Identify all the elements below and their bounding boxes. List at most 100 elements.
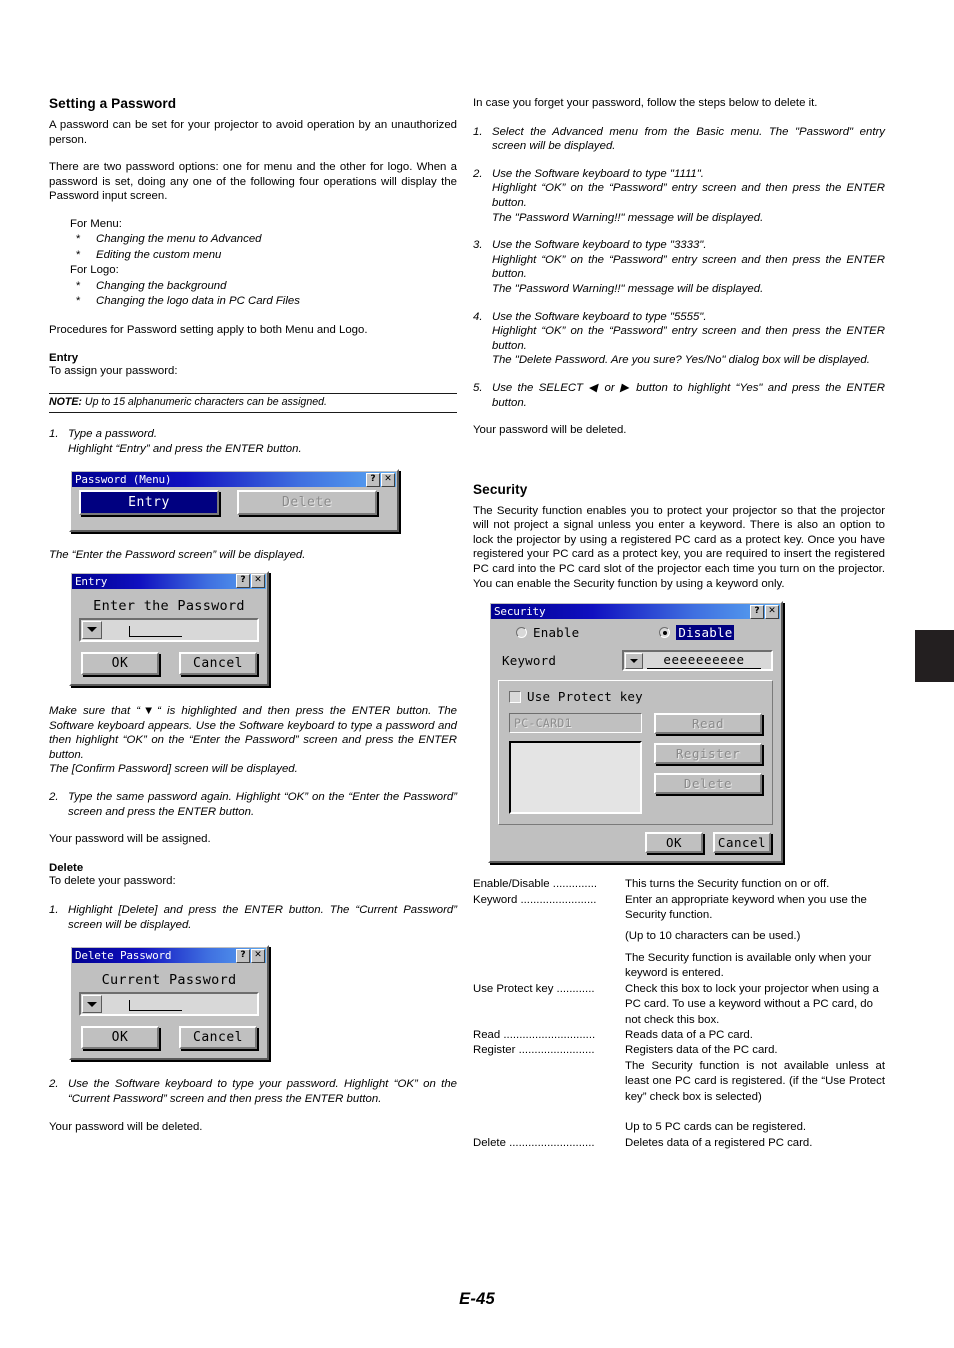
forgot-password-intro: In case you forget your password, follow… — [473, 97, 818, 109]
password-input[interactable] — [79, 617, 259, 642]
delete-password-dialog-buttons: OK Cancel — [75, 1026, 263, 1052]
cancel-button[interactable]: Cancel — [713, 832, 771, 854]
bullet-star: * — [76, 233, 81, 246]
entry-subtext: To assign your password: — [49, 364, 178, 377]
current-password-input[interactable] — [79, 992, 259, 1017]
password-menu-dialog[interactable]: Password (Menu) ? ✕ Entry Delete — [69, 469, 399, 533]
security-intro: The Security function enables you to pro… — [473, 504, 885, 590]
for-logo-label: For Logo: — [70, 264, 119, 277]
forgot-step-4-line-1: Use the Software keyboard to type "5555"… — [492, 310, 707, 323]
ok-button[interactable]: OK — [81, 651, 159, 675]
entry-button[interactable]: Entry — [79, 490, 219, 516]
cancel-button[interactable]: Cancel — [179, 1026, 257, 1050]
entry-step-2: 2. Type the same password again. Highlig… — [49, 790, 457, 819]
titlebar-buttons: ? ✕ — [236, 574, 265, 589]
entry-titlebar: Entry ? ✕ — [72, 573, 266, 589]
help-icon[interactable]: ? — [750, 604, 764, 619]
close-icon[interactable]: ✕ — [765, 604, 779, 619]
disable-radio-option[interactable]: Disable — [659, 625, 735, 641]
delete-step-2-text: Use the Software keyboard to type your p… — [68, 1078, 457, 1106]
help-icon[interactable]: ? — [236, 948, 250, 963]
forgot-step-3-line-2: Highlight “OK” on the “Password” entry s… — [492, 253, 885, 281]
delete-card-button[interactable]: Delete — [654, 773, 762, 795]
definition-term: Register ........................ — [473, 1044, 595, 1057]
checkbox-icon-use-protect-key[interactable] — [509, 690, 521, 703]
read-button[interactable]: Read — [654, 713, 762, 735]
ok-button[interactable]: OK — [645, 832, 703, 854]
step-number: 5. — [473, 381, 483, 394]
entry-dialog-body: Enter the Password OK Cancel — [71, 598, 267, 684]
entry-step-1-line-2: Highlight “Entry” and press the ENTER bu… — [68, 442, 302, 455]
definition-row-continued: (Up to 10 characters can be used.) — [473, 923, 885, 944]
delete-password-titlebar: Delete Password ? ✕ — [72, 948, 266, 964]
bullet-star: * — [76, 279, 81, 292]
entry-step-1-line-1: Type a password. — [68, 428, 158, 441]
page-title: Setting a Password — [49, 96, 177, 111]
titlebar-buttons: ? ✕ — [236, 948, 265, 963]
step-number: 2. — [49, 790, 59, 803]
close-icon[interactable]: ✕ — [251, 948, 265, 963]
help-icon[interactable]: ? — [366, 472, 380, 487]
entry-step-1: 1. Type a password. Highlight “Entry” an… — [49, 427, 457, 456]
bullet-star: * — [76, 295, 81, 308]
definition-row-continued: Up to 5 PC cards can be registered. — [473, 1120, 885, 1135]
delete-button[interactable]: Delete — [237, 490, 377, 516]
definition-description: Deletes data of a registered PC card. — [625, 1136, 813, 1149]
delete-password-dialog[interactable]: Delete Password ? ✕ Current Password OK … — [69, 945, 269, 1061]
pc-card-left-column: PC-CARD1 — [509, 713, 642, 815]
definition-term: Enable/Disable .............. — [473, 878, 598, 891]
forgot-step-2-line-2: Highlight “OK” on the “Password” entry s… — [492, 182, 885, 209]
note-box: NOTE: Up to 15 alphanumeric characters c… — [49, 393, 457, 414]
delete-step-2: 2. Use the Software keyboard to type you… — [49, 1077, 457, 1106]
enable-radio-option[interactable]: Enable — [516, 625, 579, 640]
help-icon[interactable]: ? — [236, 574, 250, 589]
entry-heading: Entry — [49, 351, 79, 364]
chevron-down-icon[interactable] — [82, 995, 102, 1014]
text-caret — [129, 625, 182, 637]
intro-paragraph-2: There are two password options: one for … — [49, 161, 457, 203]
confirm-password-line: The [Confirm Password] screen will be di… — [49, 763, 298, 776]
radio-icon-enable[interactable] — [516, 627, 527, 639]
definition-description: Registers data of the PC card. — [625, 1044, 778, 1057]
intro-paragraph-1: A password can be set for your projector… — [49, 119, 457, 146]
step-number: 3. — [473, 239, 483, 252]
note-text: Up to 15 alphanumeric characters can be … — [81, 396, 327, 409]
entry-dialog[interactable]: Entry ? ✕ Enter the Password OK Cancel — [69, 570, 269, 686]
forgot-step-1: 1. Select the Advanced menu from the Bas… — [473, 125, 885, 154]
manual-page: Setting a Password A password can be set… — [0, 0, 954, 1348]
for-menu-item-2: * Editing the custom menu — [70, 248, 457, 264]
entry-step-2-text: Type the same password again. Highlight … — [68, 790, 457, 818]
radio-icon-disable[interactable] — [659, 627, 671, 639]
security-heading: Security — [473, 481, 528, 497]
security-dialog[interactable]: Security ? ✕ Enable Disable Keyword eeee… — [488, 601, 783, 864]
password-operations-list: For Menu: * Changing the menu to Advance… — [49, 217, 457, 310]
register-button[interactable]: Register — [654, 743, 762, 765]
definition-description: (Up to 10 characters can be used.) — [625, 930, 801, 943]
password-menu-buttons: Entry Delete — [71, 487, 397, 516]
forgot-step-3: 3. Use the Software keyboard to type "33… — [473, 238, 885, 296]
chevron-down-icon[interactable] — [82, 620, 102, 639]
password-deleted-note-left: Your password will be deleted. — [49, 1120, 203, 1133]
definition-row: Keyword ........................ Enter a… — [473, 893, 885, 924]
current-password-label: Current Password — [101, 972, 237, 989]
forgot-step-4-line-3: The "Delete Password. Are you sure? Yes/… — [492, 354, 870, 367]
delete-password-title-text: Delete Password — [75, 949, 172, 963]
ok-button[interactable]: OK — [81, 1026, 159, 1050]
use-protect-key-row[interactable]: Use Protect key — [509, 689, 762, 704]
step-number: 1. — [49, 428, 59, 441]
left-column: Setting a Password A password can be set… — [49, 96, 457, 1147]
close-icon[interactable]: ✕ — [381, 472, 395, 487]
titlebar-buttons: ? ✕ — [750, 604, 779, 619]
forgot-step-2-line-1: Use the Software keyboard to type "1111"… — [492, 167, 704, 180]
chevron-down-icon[interactable] — [625, 652, 643, 669]
close-icon[interactable]: ✕ — [251, 574, 265, 589]
enter-password-label: Enter the Password — [93, 597, 245, 614]
cancel-button[interactable]: Cancel — [179, 651, 257, 675]
thumb-index-tab — [915, 630, 954, 682]
security-dialog-body: Enable Disable Keyword eeeeeeeeee Use Pr… — [490, 619, 781, 861]
definition-spacer — [473, 1105, 885, 1120]
after-menu-dialog-caption: The “Enter the Password screen” will be … — [49, 549, 306, 562]
keyword-input[interactable]: eeeeeeeeee — [622, 650, 773, 672]
registered-cards-listbox[interactable] — [509, 741, 642, 815]
definition-row-continued: The Security function is not available u… — [473, 1059, 885, 1105]
